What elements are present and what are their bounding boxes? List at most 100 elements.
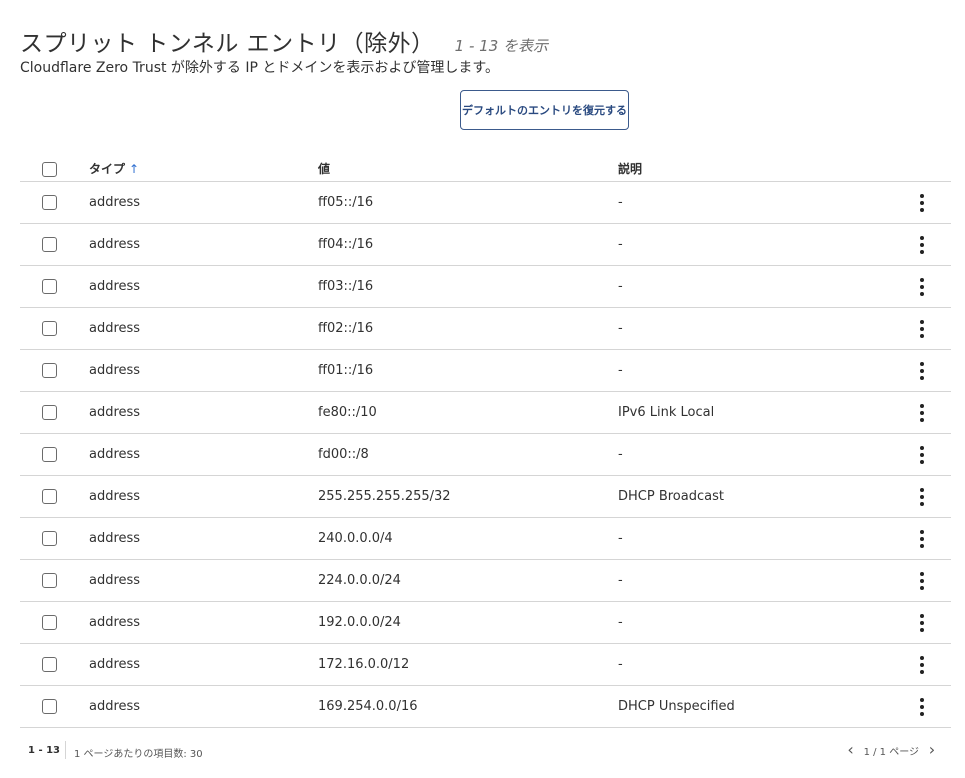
row-description: - [618, 615, 623, 630]
page-info: 1 / 1 ページ [863, 746, 919, 758]
row-checkbox[interactable] [42, 363, 57, 378]
row-checkbox[interactable] [42, 447, 57, 462]
more-options-icon[interactable] [913, 696, 931, 718]
page-header: スプリット トンネル エントリ（除外） 1 - 13 を表示 [20, 24, 548, 58]
row-type: address [89, 405, 141, 420]
footer-range: 1 - 13 [28, 745, 60, 756]
row-type: address [89, 615, 141, 630]
more-options-icon[interactable] [913, 276, 931, 298]
row-type: address [89, 237, 141, 252]
more-options-icon[interactable] [913, 402, 931, 424]
row-description: - [618, 531, 623, 546]
row-description: IPv6 Link Local [618, 405, 715, 420]
items-per-page[interactable]: 1 ページあたりの項目数: 30 [74, 745, 203, 760]
more-options-icon[interactable] [913, 528, 931, 550]
table-row: address ff05::/16 - [20, 182, 951, 224]
table-row: address 172.16.0.0/12 - [20, 644, 951, 686]
row-checkbox[interactable] [42, 657, 57, 672]
row-checkbox[interactable] [42, 195, 57, 210]
row-checkbox[interactable] [42, 531, 57, 546]
entry-count: 1 - 13 を表示 [454, 37, 549, 55]
column-header-value: 値 [318, 162, 331, 176]
more-options-icon[interactable] [913, 486, 931, 508]
row-value: ff05::/16 [318, 195, 374, 210]
more-options-icon[interactable] [913, 654, 931, 676]
footer-divider [65, 741, 66, 759]
row-checkbox[interactable] [42, 489, 57, 504]
row-description: - [618, 321, 623, 336]
table-row: address fe80::/10 IPv6 Link Local [20, 392, 951, 434]
row-description: - [618, 279, 623, 294]
row-type: address [89, 363, 141, 378]
row-value: fe80::/10 [318, 405, 377, 420]
more-options-icon[interactable] [913, 318, 931, 340]
table-row: address 224.0.0.0/24 - [20, 560, 951, 602]
more-options-icon[interactable] [913, 570, 931, 592]
row-checkbox[interactable] [42, 573, 57, 588]
table-row: address 255.255.255.255/32 DHCP Broadcast [20, 476, 951, 518]
more-options-icon[interactable] [913, 444, 931, 466]
row-checkbox[interactable] [42, 405, 57, 420]
split-tunnel-table: タイプ ↑ 値 説明 address ff05::/16- address ff04::… [20, 152, 951, 728]
table-row: address fd00::/8 - [20, 434, 951, 476]
more-options-icon[interactable] [913, 612, 931, 634]
row-checkbox[interactable] [42, 237, 57, 252]
table-header: タイプ ↑ 値 説明 [20, 152, 951, 182]
row-checkbox[interactable] [42, 615, 57, 630]
row-description: - [618, 237, 623, 252]
column-header-type[interactable]: タイプ ↑ [89, 160, 139, 177]
row-type: address [89, 657, 141, 672]
row-type: address [89, 321, 141, 336]
more-options-icon[interactable] [913, 192, 931, 214]
table-row: address ff03::/16 - [20, 266, 951, 308]
row-type: address [89, 489, 141, 504]
select-all-checkbox[interactable] [42, 162, 57, 177]
row-description: - [618, 363, 623, 378]
chevron-left-icon[interactable]: ‹ [844, 741, 858, 759]
row-value: 240.0.0.0/4 [318, 531, 393, 546]
row-type: address [89, 279, 141, 294]
row-checkbox[interactable] [42, 699, 57, 714]
row-value: 172.16.0.0/12 [318, 657, 410, 672]
row-type: address [89, 573, 141, 588]
row-value: ff04::/16 [318, 237, 374, 252]
table-row: address 192.0.0.0/24 - [20, 602, 951, 644]
row-type: address [89, 531, 141, 546]
row-value: 192.0.0.0/24 [318, 615, 401, 630]
table-row: address ff04::/16 - [20, 224, 951, 266]
row-description: - [618, 573, 623, 588]
more-options-icon[interactable] [913, 360, 931, 382]
table-footer: 1 - 13 1 ページあたりの項目数: 30 ‹ 1 / 1 ページ › [20, 738, 951, 764]
table-row: address 240.0.0.0/4 - [20, 518, 951, 560]
page-subtitle: Cloudflare Zero Trust が除外する IP とドメインを表示お… [20, 60, 499, 76]
table-row: address ff02::/16 - [20, 308, 951, 350]
row-value: ff01::/16 [318, 363, 374, 378]
table-body: address ff05::/16- address ff04::/16- addres… [20, 182, 951, 728]
arrow-up-icon: ↑ [129, 162, 140, 176]
row-description: DHCP Unspecified [618, 699, 735, 714]
row-checkbox[interactable] [42, 279, 57, 294]
page-title: スプリット トンネル エントリ（除外） [20, 31, 435, 57]
row-value: 169.254.0.0/16 [318, 699, 418, 714]
row-type: address [89, 699, 141, 714]
column-header-description: 説明 [618, 162, 643, 176]
restore-defaults-button[interactable]: デフォルトのエントリを復元する [460, 90, 629, 130]
row-value: fd00::/8 [318, 447, 369, 462]
more-options-icon[interactable] [913, 234, 931, 256]
pagination: ‹ 1 / 1 ページ › [844, 741, 939, 759]
row-description: - [618, 447, 623, 462]
row-description: - [618, 195, 623, 210]
column-header-type-label: タイプ [89, 162, 126, 176]
row-description: - [618, 657, 623, 672]
row-type: address [89, 447, 141, 462]
table-row: address ff01::/16 - [20, 350, 951, 392]
row-value: 224.0.0.0/24 [318, 573, 401, 588]
table-row: address 169.254.0.0/16 DHCP Unspecified [20, 686, 951, 728]
row-checkbox[interactable] [42, 321, 57, 336]
row-description: DHCP Broadcast [618, 489, 724, 504]
row-value: ff03::/16 [318, 279, 374, 294]
chevron-right-icon[interactable]: › [925, 741, 939, 759]
row-value: ff02::/16 [318, 321, 374, 336]
row-value: 255.255.255.255/32 [318, 489, 451, 504]
row-type: address [89, 195, 141, 210]
